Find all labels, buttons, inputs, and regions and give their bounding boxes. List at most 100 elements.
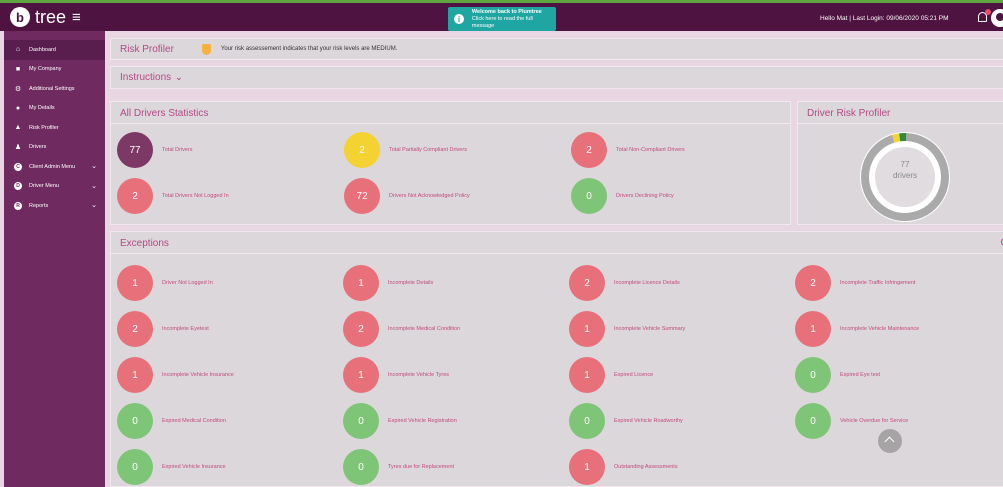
- sidebar-item-dashboard[interactable]: ⌂ Dashboard: [4, 40, 105, 60]
- item-label[interactable]: Incomplete Eyetest: [162, 326, 209, 332]
- item-label[interactable]: Drivers Not Acknowledged Policy: [389, 193, 470, 199]
- stat-item[interactable]: 72 Drivers Not Acknowledged Policy: [344, 178, 470, 214]
- exception-item[interactable]: 0 Expired Eye test: [795, 357, 880, 393]
- stat-item[interactable]: 2 Total Partially Compliant Drivers: [344, 132, 467, 168]
- sidebar-item-additional-settings[interactable]: ⚙ Additional Settings: [4, 79, 105, 99]
- count-badge[interactable]: 2: [344, 132, 380, 168]
- item-label[interactable]: Incomplete Vehicle Tyres: [388, 372, 449, 378]
- chevron-down-icon[interactable]: ⌄: [91, 162, 97, 170]
- stat-item[interactable]: 77 Total Drivers: [117, 132, 193, 168]
- sidebar-item-risk-profiler[interactable]: ▲ Risk Profiler: [4, 118, 105, 138]
- exception-item[interactable]: 1 Incomplete Vehicle Tyres: [343, 357, 449, 393]
- count-badge[interactable]: 1: [569, 449, 605, 485]
- instructions-title[interactable]: Instructions: [120, 72, 171, 83]
- count-badge[interactable]: 2: [571, 132, 607, 168]
- count-badge[interactable]: 1: [569, 311, 605, 347]
- exception-item[interactable]: 1 Incomplete Vehicle Summary: [569, 311, 685, 347]
- count-badge[interactable]: 1: [569, 357, 605, 393]
- scroll-to-top-button[interactable]: [878, 429, 902, 453]
- count-badge[interactable]: 2: [343, 311, 379, 347]
- item-label[interactable]: Outstanding Assessments: [614, 464, 678, 470]
- item-label[interactable]: Expired Licence: [614, 372, 653, 378]
- donut-segment-partially[interactable]: [892, 133, 901, 143]
- exception-item[interactable]: 2 Incomplete Licence Details: [569, 265, 680, 301]
- count-badge[interactable]: 77: [117, 132, 153, 168]
- top-bar: b tree ≡ i Welcome back to Plumtree Clic…: [0, 3, 1003, 31]
- item-label[interactable]: Vehicle Overdue for Service: [840, 418, 908, 424]
- driver-icon: ♟: [14, 144, 22, 152]
- donut-center-label: drivers: [892, 171, 917, 180]
- exception-item[interactable]: 0 Expired Medical Condition: [117, 403, 226, 439]
- stat-item[interactable]: 2 Total Non-Compliant Drivers: [571, 132, 685, 168]
- count-badge[interactable]: 2: [795, 265, 831, 301]
- count-badge[interactable]: 72: [344, 178, 380, 214]
- count-badge[interactable]: 0: [117, 449, 153, 485]
- item-label[interactable]: Total Partially Compliant Drivers: [389, 147, 467, 153]
- item-label[interactable]: Total Drivers Not Logged In: [162, 193, 229, 199]
- exception-item[interactable]: 0 Tyres due for Replacement: [343, 449, 454, 485]
- exception-item[interactable]: 1 Outstanding Assessments: [569, 449, 678, 485]
- brand-logo[interactable]: b tree ≡: [10, 6, 81, 28]
- chevron-down-icon[interactable]: ⌄: [91, 201, 97, 209]
- exception-item[interactable]: 2 Incomplete Eyetest: [117, 311, 209, 347]
- item-label[interactable]: Driver Not Logged In: [162, 280, 213, 286]
- exception-item[interactable]: 1 Incomplete Vehicle Maintenance: [795, 311, 919, 347]
- item-label[interactable]: Incomplete Vehicle Summary: [614, 326, 685, 332]
- sidebar-item-reports[interactable]: R Reports ⌄: [4, 196, 105, 216]
- stat-item[interactable]: 2 Total Drivers Not Logged In: [117, 178, 229, 214]
- count-badge[interactable]: 0: [795, 403, 831, 439]
- exception-item[interactable]: 0 Expired Vehicle Registration: [343, 403, 457, 439]
- count-badge[interactable]: 1: [343, 357, 379, 393]
- sidebar-item-my-company[interactable]: ■ My Company: [4, 60, 105, 80]
- item-label[interactable]: Drivers Declining Policy: [616, 193, 674, 199]
- item-label[interactable]: Incomplete Details: [388, 280, 433, 286]
- exceptions-title: Exceptions: [120, 238, 169, 249]
- exception-item[interactable]: 0 Expired Vehicle Roadworthy: [569, 403, 683, 439]
- count-badge[interactable]: 1: [343, 265, 379, 301]
- exception-item[interactable]: 2 Incomplete Traffic Infringement: [795, 265, 915, 301]
- chevron-down-icon[interactable]: ⌄: [91, 182, 97, 190]
- item-label[interactable]: Expired Vehicle Registration: [388, 418, 457, 424]
- exception-item[interactable]: 1 Incomplete Details: [343, 265, 433, 301]
- count-badge[interactable]: 0: [569, 403, 605, 439]
- item-label[interactable]: Total Non-Compliant Drivers: [616, 147, 685, 153]
- sidebar-item-client-admin-menu[interactable]: C Client Admin Menu ⌄: [4, 157, 105, 177]
- count-badge[interactable]: 0: [117, 403, 153, 439]
- exception-item[interactable]: 1 Driver Not Logged In: [117, 265, 213, 301]
- item-label[interactable]: Incomplete Vehicle Maintenance: [840, 326, 919, 332]
- exception-item[interactable]: 1 Incomplete Vehicle Insurance: [117, 357, 234, 393]
- count-badge[interactable]: 0: [343, 449, 379, 485]
- sidebar-item-my-details[interactable]: ● My Details: [4, 99, 105, 119]
- item-label[interactable]: Expired Eye test: [840, 372, 880, 378]
- exception-item[interactable]: 0 Expired Vehicle Insurance: [117, 449, 226, 485]
- exception-item[interactable]: 1 Expired Licence: [569, 357, 653, 393]
- exception-item[interactable]: 2 Incomplete Medical Condition: [343, 311, 460, 347]
- count-badge[interactable]: 2: [117, 178, 153, 214]
- item-label[interactable]: Expired Vehicle Roadworthy: [614, 418, 683, 424]
- stat-item[interactable]: 0 Drivers Declining Policy: [571, 178, 674, 214]
- item-label[interactable]: Total Drivers: [162, 147, 193, 153]
- item-label[interactable]: Incomplete Traffic Infringement: [840, 280, 915, 286]
- count-badge[interactable]: 2: [569, 265, 605, 301]
- user-avatar-icon[interactable]: [991, 9, 1003, 27]
- sidebar-item-driver-menu[interactable]: D Driver Menu ⌄: [4, 177, 105, 197]
- count-badge[interactable]: 1: [117, 265, 153, 301]
- item-label[interactable]: Incomplete Licence Details: [614, 280, 680, 286]
- item-label[interactable]: Expired Vehicle Insurance: [162, 464, 226, 470]
- chevron-down-icon[interactable]: ⌄: [175, 72, 183, 83]
- item-label[interactable]: Incomplete Medical Condition: [388, 326, 460, 332]
- count-badge[interactable]: 1: [795, 311, 831, 347]
- driver-risk-donut-chart[interactable]: 77 drivers: [855, 127, 955, 227]
- instructions-panel[interactable]: Instructions ⌄: [110, 66, 1003, 89]
- count-badge[interactable]: 0: [571, 178, 607, 214]
- count-badge[interactable]: 0: [795, 357, 831, 393]
- count-badge[interactable]: 0: [343, 403, 379, 439]
- count-badge[interactable]: 1: [117, 357, 153, 393]
- item-label[interactable]: Incomplete Vehicle Insurance: [162, 372, 234, 378]
- count-badge[interactable]: 2: [117, 311, 153, 347]
- item-label[interactable]: Tyres due for Replacement: [388, 464, 454, 470]
- item-label[interactable]: Expired Medical Condition: [162, 418, 226, 424]
- menu-icon[interactable]: ≡: [72, 9, 81, 26]
- sidebar-item-drivers[interactable]: ♟ Drivers: [4, 138, 105, 158]
- welcome-banner[interactable]: i Welcome back to Plumtree Click here to…: [448, 7, 556, 31]
